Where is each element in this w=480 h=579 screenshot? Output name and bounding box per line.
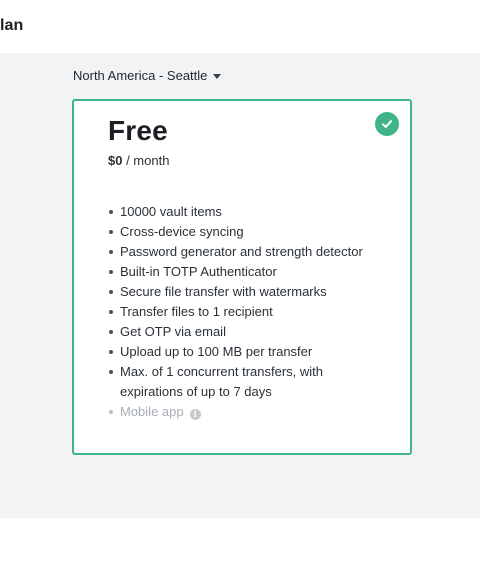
feature-item: Upload up to 100 MB per transfer [108, 342, 370, 362]
feature-item: Secure file transfer with watermarks [108, 282, 370, 302]
feature-item-disabled: Mobile app i [108, 402, 370, 422]
region-dropdown-label: North America - Seattle [73, 68, 208, 83]
plan-price: $0 / month [108, 153, 169, 168]
price-period: / month [122, 153, 170, 168]
caret-down-icon [213, 74, 222, 79]
price-amount: $0 [108, 153, 123, 168]
feature-item: Password generator and strength detector [108, 242, 370, 262]
feature-item-label: Mobile app [120, 404, 184, 419]
checkmark-icon [375, 112, 399, 136]
top-bar: lan [0, 0, 480, 53]
plan-name: Free [108, 115, 168, 146]
feature-item: 10000 vault items [108, 202, 370, 222]
info-icon[interactable]: i [189, 408, 201, 420]
plan-card-free[interactable]: Free $0 / month 10000 vault items Cross-… [72, 99, 412, 455]
page-title: lan [0, 17, 24, 34]
feature-item: Built-in TOTP Authenticator [108, 262, 370, 282]
feature-item: Transfer files to 1 recipient [108, 302, 370, 322]
feature-item: Get OTP via email [108, 322, 370, 342]
feature-item: Cross-device syncing [108, 222, 370, 242]
feature-item: Max. of 1 concurrent transfers, with exp… [108, 362, 370, 402]
feature-list: 10000 vault items Cross-device syncing P… [108, 202, 370, 422]
region-dropdown[interactable]: North America - Seattle [73, 68, 222, 83]
